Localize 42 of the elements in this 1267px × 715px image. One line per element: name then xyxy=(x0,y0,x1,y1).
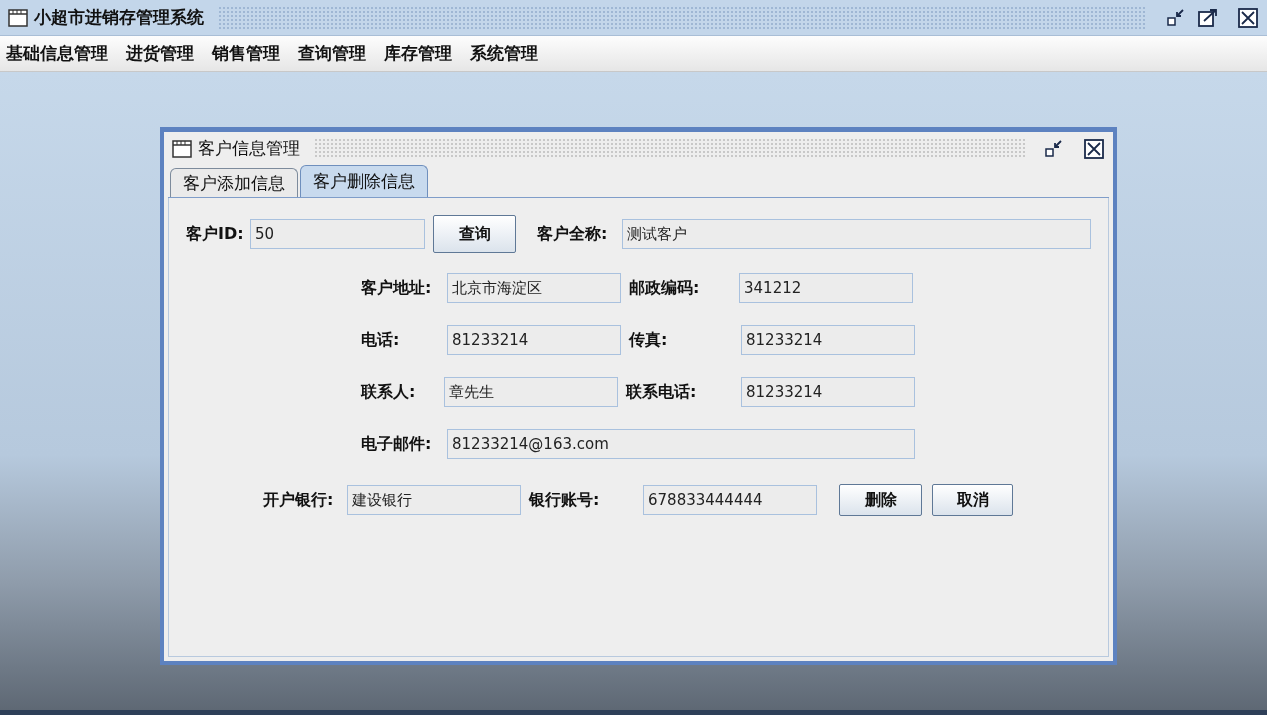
restore-icon[interactable] xyxy=(1165,6,1187,29)
field-label: 联系人: xyxy=(361,381,417,403)
menu-item[interactable]: 库存管理 xyxy=(384,42,452,65)
close-icon[interactable] xyxy=(1083,137,1105,160)
field-label: 客户全称: xyxy=(537,223,609,245)
field-label: 客户ID: xyxy=(186,223,245,245)
input-field[interactable]: 北京市海淀区 xyxy=(447,273,621,303)
tab[interactable]: 客户添加信息 xyxy=(170,168,298,197)
field-label: 电子邮件: xyxy=(361,433,433,455)
input-field[interactable]: 50 xyxy=(250,219,425,249)
input-field[interactable]: 测试客户 xyxy=(622,219,1091,249)
maximize-icon[interactable] xyxy=(1197,6,1219,29)
input-field[interactable]: 81233214 xyxy=(741,377,915,407)
input-field[interactable]: 建设银行 xyxy=(347,485,521,515)
window-title: 小超市进销存管理系统 xyxy=(34,6,204,29)
input-field[interactable]: 章先生 xyxy=(444,377,618,407)
field-label: 客户地址: xyxy=(361,277,433,299)
input-field[interactable]: 678833444444 xyxy=(643,485,817,515)
window-icon xyxy=(172,139,192,158)
button[interactable]: 取消 xyxy=(932,484,1013,516)
field-label: 银行账号: xyxy=(529,489,601,511)
input-field[interactable]: 341212 xyxy=(739,273,913,303)
close-icon[interactable] xyxy=(1237,6,1259,29)
button[interactable]: 删除 xyxy=(839,484,922,516)
menu-item[interactable]: 系统管理 xyxy=(470,42,538,65)
input-field[interactable]: 81233214 xyxy=(447,325,621,355)
field-label: 开户银行: xyxy=(263,489,335,511)
menu-item[interactable]: 查询管理 xyxy=(298,42,366,65)
dialog-title: 客户信息管理 xyxy=(198,137,300,160)
menu-item[interactable]: 基础信息管理 xyxy=(6,42,108,65)
menu-item[interactable]: 进货管理 xyxy=(126,42,194,65)
field-label: 传真: xyxy=(629,329,669,351)
input-field[interactable]: 81233214 xyxy=(741,325,915,355)
input-field[interactable]: 81233214@163.com xyxy=(447,429,915,459)
button[interactable]: 查询 xyxy=(433,215,516,253)
field-label: 邮政编码: xyxy=(629,277,701,299)
restore-icon[interactable] xyxy=(1043,137,1065,160)
field-label: 电话: xyxy=(361,329,401,351)
tab[interactable]: 客户删除信息 xyxy=(300,165,428,197)
field-label: 联系电话: xyxy=(626,381,698,403)
menu-item[interactable]: 销售管理 xyxy=(212,42,280,65)
window-icon xyxy=(8,8,28,27)
